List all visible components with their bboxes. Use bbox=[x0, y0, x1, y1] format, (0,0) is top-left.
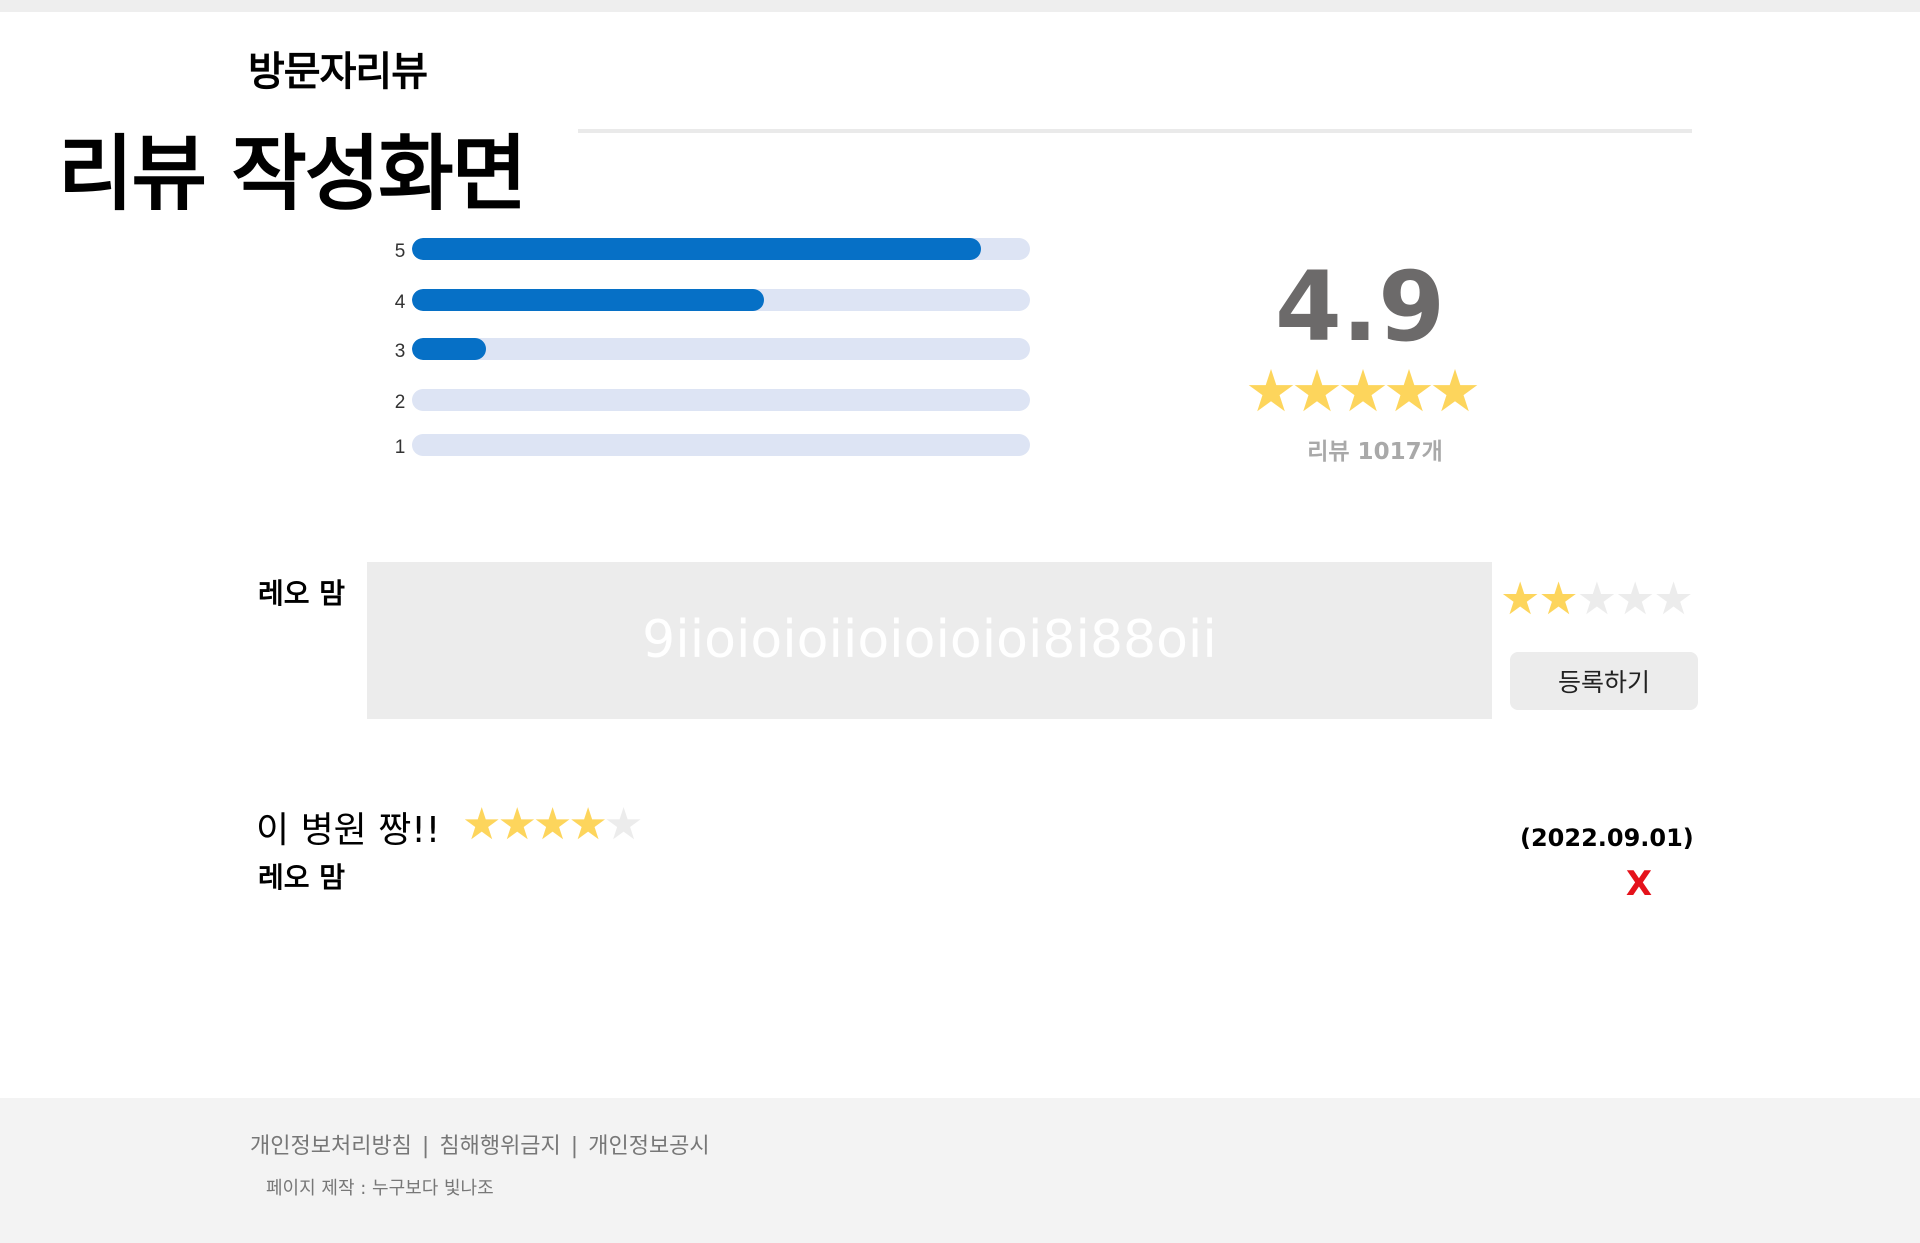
star-icon[interactable]: ★ bbox=[1577, 576, 1617, 621]
average-rating: 4.9 bbox=[1274, 251, 1446, 363]
footer: 개인정보처리방침 | 침해행위금지 | 개인정보공시 페이지 제작 : 누구보다 빛나조 bbox=[0, 1098, 1920, 1243]
writer-name: 레오 맘 bbox=[258, 577, 346, 610]
submit-review-button[interactable]: 등록하기 bbox=[1510, 652, 1698, 710]
review-stars: ★ ★ ★ ★ ★ bbox=[462, 799, 644, 850]
histogram-row: 1 bbox=[390, 434, 1030, 458]
star-icon[interactable]: ★ bbox=[1538, 576, 1578, 621]
histogram-row: 5 bbox=[390, 238, 1030, 262]
star-icon: ★ bbox=[1383, 357, 1435, 425]
histogram-label: 1 bbox=[394, 437, 406, 458]
star-icon: ★ bbox=[1337, 357, 1389, 425]
histogram-row: 4 bbox=[390, 289, 1030, 313]
histogram-row: 2 bbox=[390, 389, 1030, 413]
histogram-track bbox=[412, 338, 1030, 360]
star-icon: ★ bbox=[603, 799, 644, 850]
review-author: 레오 맘 bbox=[258, 861, 346, 894]
star-icon: ★ bbox=[1245, 357, 1297, 425]
histogram-track bbox=[412, 289, 1030, 311]
histogram-label: 5 bbox=[394, 241, 406, 262]
privacy-policy-link[interactable]: 개인정보처리방침 bbox=[250, 1134, 412, 1159]
rating-input-stars[interactable]: ★ ★ ★ ★ ★ bbox=[1500, 576, 1694, 621]
histogram-bar bbox=[412, 289, 765, 311]
histogram-label: 2 bbox=[394, 392, 406, 413]
star-icon[interactable]: ★ bbox=[1500, 576, 1540, 621]
footer-links: 개인정보처리방침 | 침해행위금지 | 개인정보공시 bbox=[250, 1128, 710, 1160]
average-stars: ★ ★ ★ ★ ★ bbox=[1245, 357, 1481, 425]
review-title: 이 병원 짱!! bbox=[256, 810, 441, 851]
star-icon: ★ bbox=[1291, 357, 1343, 425]
footer-separator: | bbox=[570, 1134, 579, 1159]
star-icon: ★ bbox=[568, 799, 608, 850]
histogram-track bbox=[412, 434, 1030, 456]
histogram-row: 3 bbox=[390, 338, 1030, 362]
header-divider bbox=[578, 129, 1692, 133]
review-date: (2022.09.01) bbox=[1520, 824, 1694, 852]
top-strip bbox=[0, 0, 1920, 12]
review-input[interactable] bbox=[367, 562, 1492, 719]
star-icon[interactable]: ★ bbox=[1615, 576, 1655, 621]
star-icon: ★ bbox=[1429, 357, 1481, 425]
privacy-disclosure-link[interactable]: 개인정보공시 bbox=[588, 1134, 709, 1159]
footer-separator: | bbox=[421, 1134, 430, 1159]
star-icon: ★ bbox=[532, 799, 573, 850]
section-title: 방문자리뷰 bbox=[248, 49, 428, 95]
delete-review-button[interactable]: X bbox=[1622, 864, 1656, 904]
star-icon: ★ bbox=[497, 799, 537, 850]
histogram-bar bbox=[412, 238, 981, 260]
infringement-link[interactable]: 침해행위금지 bbox=[439, 1134, 560, 1159]
histogram-track bbox=[412, 389, 1030, 411]
star-icon: ★ bbox=[462, 799, 502, 850]
histogram-label: 4 bbox=[394, 292, 406, 313]
histogram-bar bbox=[412, 338, 487, 360]
histogram-track bbox=[412, 238, 1030, 260]
histogram-label: 3 bbox=[394, 341, 406, 362]
review-count: 리뷰 1017개 bbox=[1307, 439, 1443, 465]
star-icon[interactable]: ★ bbox=[1653, 576, 1693, 621]
page-heading: 리뷰 작성화면 bbox=[58, 120, 530, 230]
footer-credit: 페이지 제작 : 누구보다 빛나조 bbox=[266, 1178, 494, 1199]
